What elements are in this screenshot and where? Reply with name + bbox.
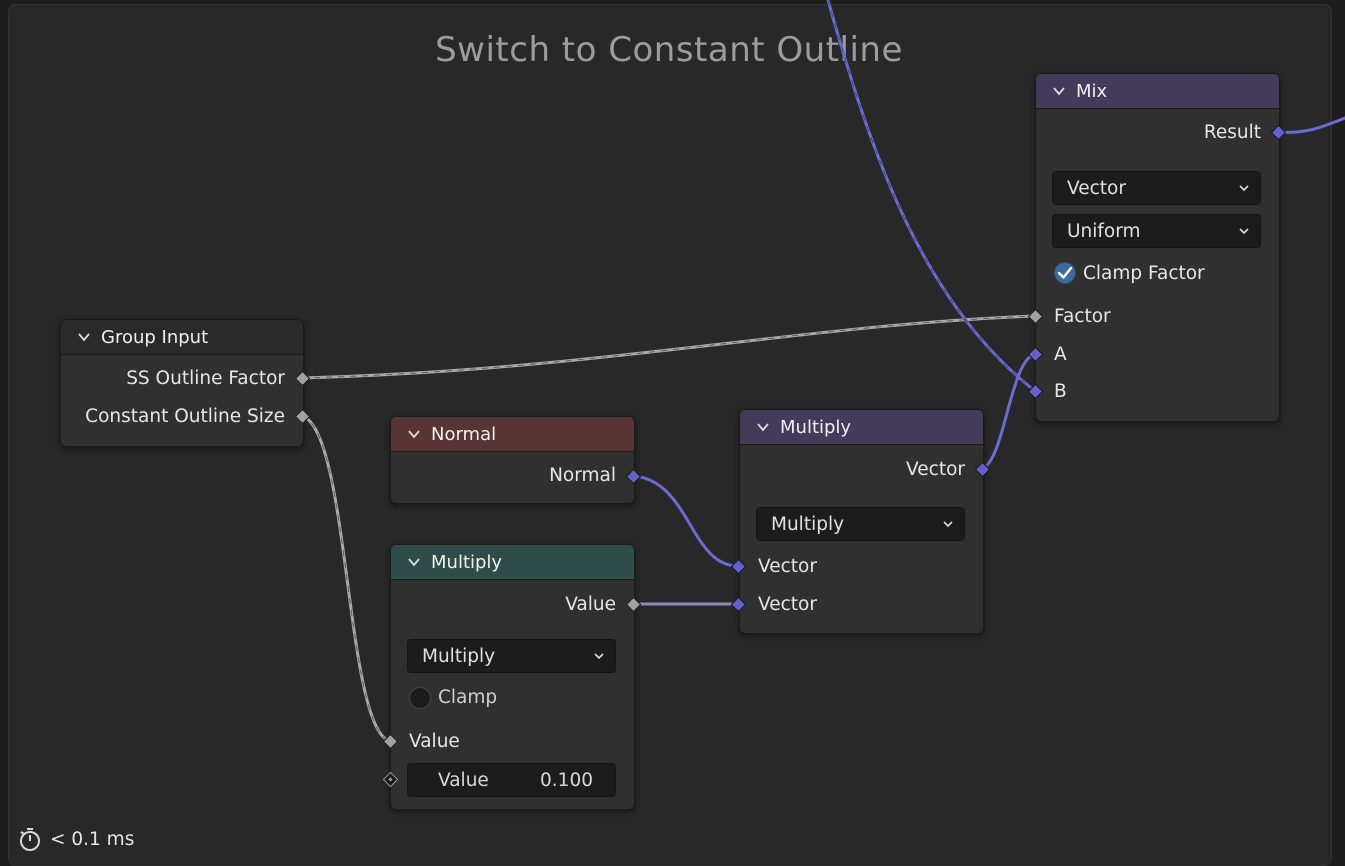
link-outline-size-to-math-value [300,414,392,743]
chevron-down-icon[interactable] [407,427,421,441]
link-upstream-to-mix-b [826,0,1037,393]
vector-multiply-node[interactable]: Multiply Vector Multiply Vector Vector [739,409,984,634]
chevron-down-icon [943,521,953,528]
link-outline-factor-to-mix-factor [300,314,1037,380]
node-title: Normal [431,423,497,445]
chevron-down-icon[interactable] [1052,84,1066,98]
output-label: Vector [906,459,965,480]
link-normal-to-vecmul [631,474,740,568]
node-title: Group Input [101,326,209,348]
chevron-down-icon[interactable] [407,555,421,569]
node-title: Multiply [780,416,852,438]
mix-header[interactable]: Mix [1036,74,1279,109]
timing-text: < 0.1 ms [50,828,135,850]
clamp-factor-checkbox[interactable] [1054,262,1076,284]
math-multiply-header[interactable]: Multiply [391,545,634,580]
timing-overlay: < 0.1 ms [18,826,134,852]
operation-dropdown[interactable]: Multiply [756,507,965,541]
data-type-dropdown[interactable]: Vector [1052,171,1261,205]
checkmark-icon [1057,266,1073,279]
chevron-down-icon[interactable] [77,330,91,344]
clamp-checkbox[interactable] [409,687,431,709]
value-field-label: Value [438,770,489,791]
chevron-down-icon [1239,228,1249,235]
output-label: SS Outline Factor [126,368,285,389]
operation-value: Multiply [422,645,496,667]
chevron-down-icon [1239,185,1249,192]
normal-header[interactable]: Normal [391,417,634,452]
input-label: Factor [1054,306,1111,327]
stopwatch-icon [20,828,40,851]
operation-dropdown[interactable]: Multiply [407,639,616,673]
factor-mode-dropdown[interactable]: Uniform [1052,214,1261,248]
output-label: Value [565,594,616,615]
input-label: Vector [758,556,817,577]
mix-node[interactable]: Mix Result Vector Uniform Clamp Factor F… [1035,73,1280,422]
chevron-down-icon[interactable] [756,420,770,434]
value-field-number: 0.100 [540,770,593,791]
output-label: Normal [549,465,616,486]
input-label: A [1054,344,1067,365]
operation-value: Multiply [771,513,845,535]
output-label: Constant Outline Size [85,406,285,427]
node-title: Multiply [431,551,503,573]
input-label: B [1054,381,1067,402]
normal-node[interactable]: Normal Normal [390,416,635,504]
math-multiply-node[interactable]: Multiply Value Multiply Clamp Value Valu… [390,544,635,810]
value-field[interactable]: Value 0.100 [407,763,616,797]
data-type-value: Vector [1067,177,1126,199]
group-input-node[interactable]: Group Input SS Outline Factor Constant O… [60,319,304,447]
clamp-factor-label: Clamp Factor [1083,263,1205,284]
link-mix-result-out [1276,116,1345,134]
input-label: Vector [758,594,817,615]
clamp-label: Clamp [438,687,498,708]
node-title: Mix [1076,80,1108,102]
vector-multiply-header[interactable]: Multiply [740,410,983,445]
factor-mode-value: Uniform [1067,220,1141,242]
group-input-header[interactable]: Group Input [61,320,303,355]
output-label: Result [1203,122,1261,143]
input-label: Value [409,731,460,752]
chevron-down-icon [594,653,604,660]
link-vecmul-to-mix-a [980,352,1037,471]
